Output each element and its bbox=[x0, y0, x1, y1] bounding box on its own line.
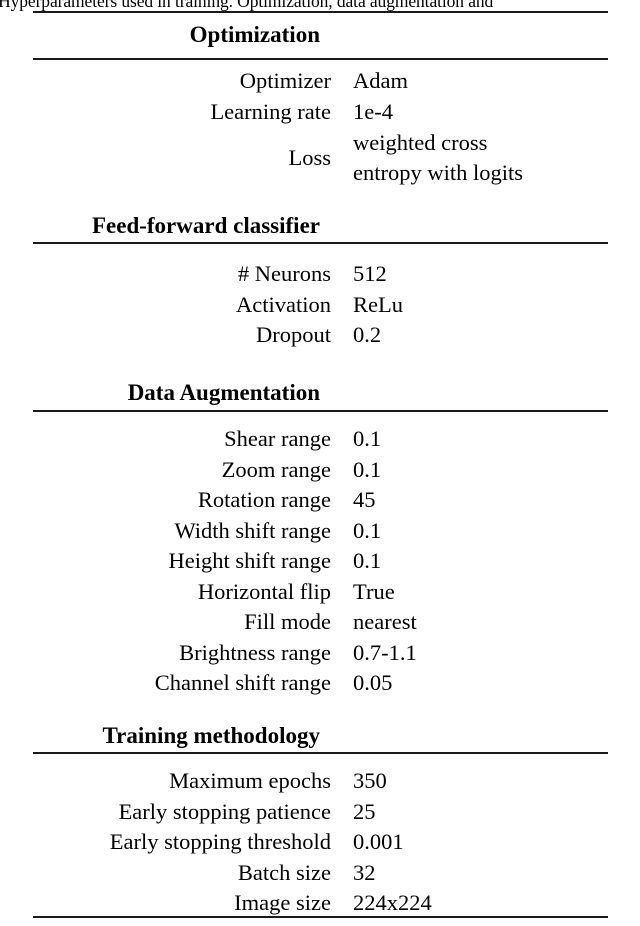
table-caption: Table 2: Hyperparameters used in trainin… bbox=[0, 0, 640, 11]
table-row: Width shift range 0.1 bbox=[33, 516, 608, 547]
row-value: 32 bbox=[353, 859, 376, 885]
table-row: Fill mode nearest bbox=[33, 607, 608, 638]
row-value: weighted cross entropy with logits bbox=[353, 129, 523, 185]
table-row: Shear range 0.1 bbox=[33, 424, 608, 455]
row-label: Height shift range bbox=[168, 548, 331, 573]
table-row: Optimizer Adam bbox=[33, 66, 608, 97]
row-label: Horizontal flip bbox=[197, 578, 331, 604]
table-caption-text: Table 2: Hyperparameters used in trainin… bbox=[0, 0, 494, 11]
row-label: Optimizer bbox=[239, 68, 331, 93]
row-label: Learning rate bbox=[210, 98, 331, 124]
table-row: Loss weighted cross entropy with logits bbox=[33, 127, 608, 188]
table-row: Channel shift range 0.05 bbox=[33, 668, 608, 699]
row-value: 0.1 bbox=[353, 426, 382, 451]
section-rows-optimization: Optimizer Adam Learning rate 1e-4 Loss w… bbox=[33, 66, 608, 188]
section-rule-optimization bbox=[33, 58, 608, 60]
section-header-training-methodology: Training methodology bbox=[102, 723, 320, 748]
section-rows-training-methodology: Maximum epochs 350 Early stopping patien… bbox=[33, 766, 608, 919]
row-value: nearest bbox=[353, 609, 417, 634]
row-label: Width shift range bbox=[174, 517, 331, 543]
section-header-data-augmentation: Data Augmentation bbox=[127, 380, 320, 405]
table-row: Height shift range 0.1 bbox=[33, 546, 608, 577]
section-rule-training-methodology bbox=[33, 752, 608, 754]
row-value: 0.05 bbox=[353, 670, 393, 695]
row-value: 1e-4 bbox=[353, 98, 393, 124]
row-label: Brightness range bbox=[179, 639, 331, 665]
row-label: Early stopping threshold bbox=[109, 829, 331, 854]
row-value: 0.001 bbox=[353, 829, 404, 854]
row-value: Adam bbox=[353, 68, 408, 93]
row-label: Dropout bbox=[256, 322, 331, 347]
section-rule-feed-forward-classifier bbox=[33, 242, 608, 244]
row-label: Activation bbox=[236, 291, 331, 317]
row-value: True bbox=[353, 578, 395, 604]
row-value: 0.2 bbox=[353, 322, 382, 347]
row-value: 350 bbox=[353, 768, 387, 793]
table-bottom-rule bbox=[33, 916, 608, 918]
row-label: Fill mode bbox=[244, 609, 331, 634]
section-rows-data-augmentation: Shear range 0.1 Zoom range 0.1 Rotation … bbox=[33, 424, 608, 699]
table-row: Activation ReLu bbox=[33, 290, 608, 321]
table-row: # Neurons 512 bbox=[33, 259, 608, 290]
row-value: 512 bbox=[353, 261, 387, 286]
table-row: Learning rate 1e-4 bbox=[33, 97, 608, 128]
row-label: Shear range bbox=[224, 426, 331, 451]
section-rows-feed-forward-classifier: # Neurons 512 Activation ReLu Dropout 0.… bbox=[33, 259, 608, 351]
table-row: Rotation range 45 bbox=[33, 485, 608, 516]
section-header-feed-forward-classifier: Feed-forward classifier bbox=[91, 213, 320, 238]
row-value: 0.1 bbox=[353, 517, 382, 543]
row-label: Loss bbox=[288, 144, 331, 170]
row-label: Maximum epochs bbox=[169, 768, 331, 793]
row-value: 224x224 bbox=[353, 890, 432, 915]
table-row: Image size 224x224 bbox=[33, 888, 608, 919]
row-label: Early stopping patience bbox=[118, 798, 331, 824]
table-row: Batch size 32 bbox=[33, 858, 608, 889]
row-value: 0.1 bbox=[353, 456, 382, 482]
table-row: Early stopping patience 25 bbox=[33, 797, 608, 828]
section-rule-data-augmentation bbox=[33, 410, 608, 412]
row-value: 0.7-1.1 bbox=[353, 639, 417, 665]
row-value: 45 bbox=[353, 487, 376, 512]
section-header-optimization: Optimization bbox=[189, 22, 320, 47]
table-row: Horizontal flip True bbox=[33, 577, 608, 608]
table-row: Maximum epochs 350 bbox=[33, 766, 608, 797]
row-value: ReLu bbox=[353, 291, 403, 317]
row-label: Batch size bbox=[237, 859, 331, 885]
row-value: 0.1 bbox=[353, 548, 382, 573]
table-row: Zoom range 0.1 bbox=[33, 455, 608, 486]
row-label: Channel shift range bbox=[154, 670, 331, 695]
table-row: Brightness range 0.7-1.1 bbox=[33, 638, 608, 669]
row-label: Image size bbox=[234, 890, 331, 915]
table-top-rule bbox=[33, 11, 608, 13]
row-label: Zoom range bbox=[221, 456, 331, 482]
row-value: 25 bbox=[353, 798, 376, 824]
table-row: Dropout 0.2 bbox=[33, 320, 608, 351]
row-label: # Neurons bbox=[237, 261, 331, 286]
row-label: Rotation range bbox=[197, 487, 331, 512]
table-row: Early stopping threshold 0.001 bbox=[33, 827, 608, 858]
